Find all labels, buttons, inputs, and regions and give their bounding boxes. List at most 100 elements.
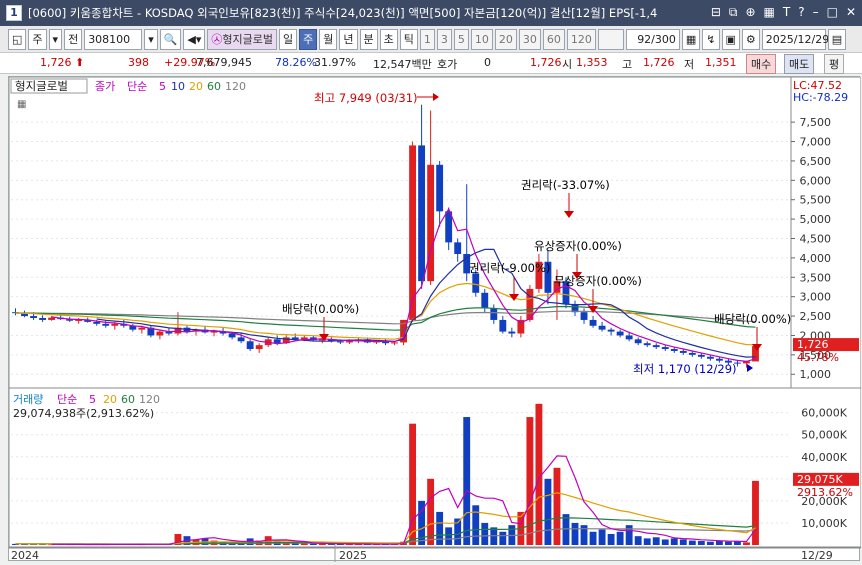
volume-legend-item: 거래량 bbox=[13, 393, 43, 406]
chart-toolbar: ◱ 주 ▾ 전 308100 ▾ 🔍 ◀▾ ㉦형지글로벌 일 주 월 년 분 초… bbox=[0, 26, 862, 53]
copy-icon[interactable]: ⧉ bbox=[729, 5, 738, 20]
interval-120[interactable]: 120 bbox=[566, 28, 596, 50]
period-tick[interactable]: 틱 bbox=[399, 28, 418, 50]
volume-bar bbox=[309, 543, 317, 545]
chart-svg[interactable]: 7,500 7,000 6,500 6,000 5,500 5,000 4,500 4,000… bbox=[8, 76, 862, 562]
volume-legend-item: 5 bbox=[89, 393, 96, 406]
period-minute[interactable]: 분 bbox=[359, 28, 378, 50]
price-legend-item: 10 bbox=[171, 80, 185, 93]
mode-dropdown-icon[interactable]: ▾ bbox=[48, 28, 63, 50]
volume-bar bbox=[634, 536, 642, 545]
price-title: 형지글로벌 bbox=[15, 79, 68, 93]
interval-1[interactable]: 1 bbox=[419, 28, 435, 50]
current-volume-tag-text: 29,075K bbox=[797, 473, 843, 486]
candle-body bbox=[391, 342, 398, 344]
price-tick-label: 3,500 bbox=[800, 271, 832, 284]
volume-bar bbox=[706, 541, 714, 545]
minimize-icon[interactable]: – bbox=[813, 5, 819, 20]
code-dropdown-icon[interactable]: ▾ bbox=[144, 28, 158, 50]
dock-icon[interactable]: ⊟ bbox=[711, 5, 721, 20]
price-legend-item: 5 bbox=[159, 80, 166, 93]
interval-60[interactable]: 60 bbox=[542, 28, 565, 50]
volume-summary: 29,074,938주(2,913.62%) bbox=[13, 407, 154, 420]
interval-custom-input[interactable] bbox=[597, 28, 624, 50]
volume-bar bbox=[652, 537, 660, 545]
tile-icon[interactable]: ▦ bbox=[764, 5, 775, 20]
sell-button[interactable]: 매도 bbox=[784, 54, 815, 74]
current-price: 1,726 bbox=[40, 56, 72, 69]
period-week[interactable]: 주 bbox=[299, 28, 318, 50]
candle-body bbox=[156, 331, 164, 336]
candle-body bbox=[472, 273, 480, 293]
zoom-icon[interactable]: ▦ bbox=[681, 28, 701, 50]
price-tick-label: 7,500 bbox=[800, 116, 832, 129]
volume-pct: 78.26% bbox=[275, 56, 317, 69]
current-price-tag-text: 1,726 bbox=[797, 338, 829, 351]
candle-body bbox=[30, 316, 37, 319]
volume-tick-label: 40,000K bbox=[801, 451, 847, 464]
candle-body bbox=[427, 164, 435, 282]
period-month[interactable]: 월 bbox=[319, 28, 338, 50]
stock-code-input[interactable]: 308100 bbox=[84, 28, 143, 50]
volume-bar bbox=[427, 478, 435, 545]
search-icon[interactable]: 🔍 bbox=[159, 28, 182, 50]
maximize-icon[interactable]: □ bbox=[827, 5, 838, 20]
chart-area[interactable]: 7,500 7,000 6,500 6,000 5,500 5,000 4,500 4,000… bbox=[8, 76, 862, 562]
candle-body bbox=[679, 350, 687, 353]
candle-body bbox=[102, 323, 110, 326]
help-icon[interactable]: ? bbox=[798, 5, 804, 20]
annotation-label: 최고 7,949 (03/31) bbox=[314, 91, 418, 105]
period-year[interactable]: 년 bbox=[339, 28, 358, 50]
candle-body bbox=[454, 242, 462, 255]
price-legend-item: 단순 bbox=[127, 80, 147, 93]
date-input[interactable]: 2025/12/29 bbox=[761, 28, 829, 50]
even-button[interactable]: 평 bbox=[824, 54, 845, 74]
trading-amount: 12,547백만 bbox=[373, 58, 432, 71]
interval-10[interactable]: 10 bbox=[470, 28, 493, 50]
candle-body bbox=[39, 318, 47, 320]
volume-bar bbox=[661, 539, 669, 545]
volume-bar bbox=[598, 529, 606, 545]
volume-bar bbox=[436, 511, 444, 545]
mode-select[interactable]: 주 bbox=[28, 28, 47, 50]
stock-name[interactable]: ㉦형지글로벌 bbox=[207, 28, 278, 50]
high-label: 고 bbox=[622, 58, 633, 71]
volume-bar bbox=[481, 522, 489, 545]
group-icon: ㉦ bbox=[211, 32, 223, 46]
volume-bar bbox=[743, 542, 750, 545]
buy-button[interactable]: 매수 bbox=[746, 54, 777, 74]
candle-body bbox=[589, 319, 597, 326]
chart-type-icon[interactable]: ◱ bbox=[8, 28, 27, 50]
settings-icon[interactable]: ⚙ bbox=[741, 28, 760, 50]
candle-body bbox=[634, 339, 642, 344]
hoga-value: 0 bbox=[484, 56, 491, 69]
annotation-label: 배당락(0.00%) bbox=[282, 302, 359, 316]
candle-body bbox=[616, 331, 624, 336]
quote-infobar: 1,726 ⬆ 398 +29.97% 7,679,945 78.26% 31.… bbox=[0, 53, 862, 74]
calendar-icon[interactable]: ▤ bbox=[827, 28, 847, 50]
close-icon[interactable]: ✕ bbox=[846, 5, 856, 20]
candle-body bbox=[481, 292, 489, 309]
period-second[interactable]: 초 bbox=[379, 28, 398, 50]
volume-tick-label: 60,000K bbox=[801, 407, 847, 420]
interval-3[interactable]: 3 bbox=[436, 28, 452, 50]
open-price: 1,353 bbox=[576, 56, 608, 69]
volume-bar bbox=[544, 478, 552, 545]
window-title: [0600] 키움종합차트 - KOSDAQ 외국인보유[823(천)] 주식수… bbox=[28, 6, 658, 20]
indicator-icon[interactable]: ↯ bbox=[702, 28, 720, 50]
interval-30[interactable]: 30 bbox=[518, 28, 541, 50]
period-day[interactable]: 일 bbox=[279, 28, 298, 50]
interval-20[interactable]: 20 bbox=[494, 28, 517, 50]
save-icon[interactable]: ▣ bbox=[721, 28, 740, 50]
annotation-label: 배당락(0.00%) bbox=[714, 312, 791, 326]
text-icon[interactable]: T bbox=[783, 5, 790, 20]
speaker-icon[interactable]: ◀▾ bbox=[183, 28, 206, 50]
up-arrow-icon: ⬆ bbox=[75, 56, 85, 69]
data-count[interactable]: 92/300 bbox=[625, 28, 680, 50]
price-legend-item: 120 bbox=[225, 80, 246, 93]
interval-5[interactable]: 5 bbox=[453, 28, 469, 50]
candle-body bbox=[643, 343, 651, 346]
link-icon[interactable]: ⊕ bbox=[745, 5, 755, 20]
candle-body bbox=[670, 349, 678, 351]
jeon-button[interactable]: 전 bbox=[64, 28, 83, 50]
